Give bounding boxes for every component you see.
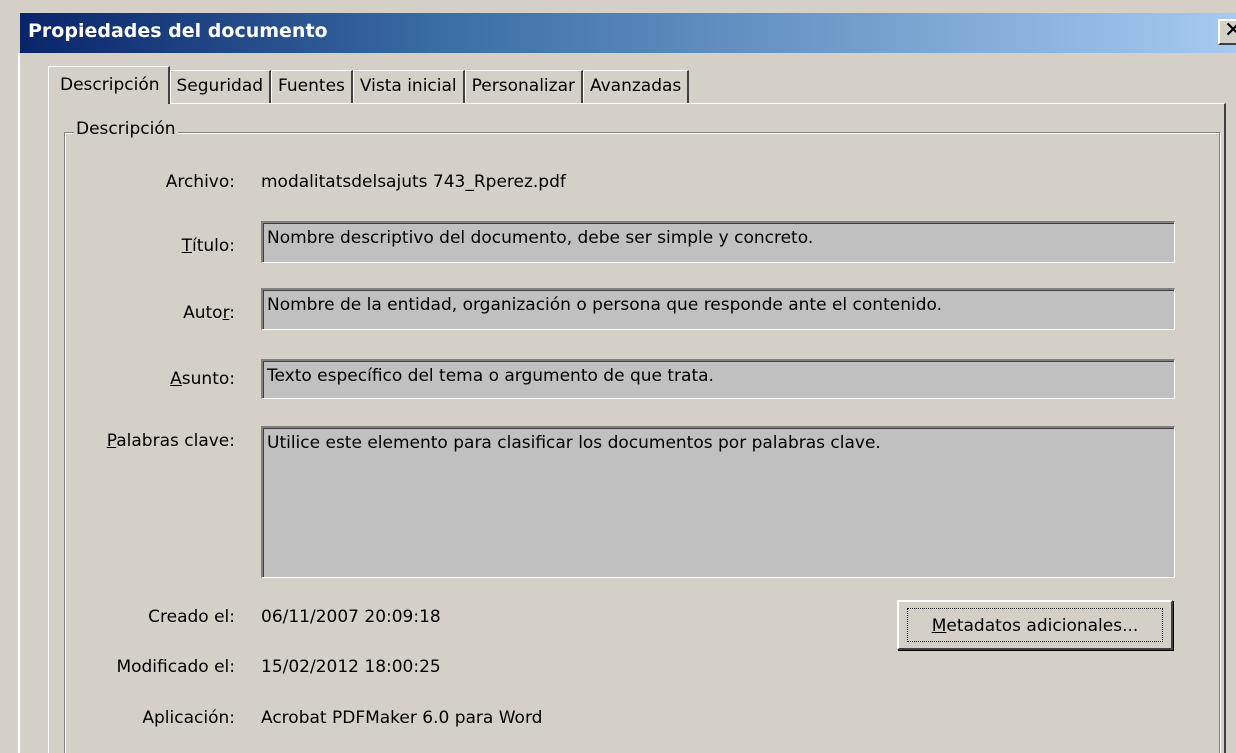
tab-vista-inicial[interactable]: Vista inicial — [352, 70, 465, 104]
close-icon: ✕ — [1224, 18, 1236, 43]
tab-strip: Descripción Seguridad Fuentes Vista inic… — [48, 66, 690, 104]
document-properties-dialog: Propiedades del documento ✕ Descripción … — [0, 0, 1236, 753]
groupbox-legend: Descripción — [74, 119, 178, 139]
tab-descripcion[interactable]: Descripción — [48, 66, 170, 104]
tab-seguridad[interactable]: Seguridad — [169, 70, 272, 104]
title-bar: Propiedades del documento ✕ — [20, 13, 1236, 53]
window-left-edge — [18, 53, 20, 753]
tab-personalizar[interactable]: Personalizar — [464, 70, 583, 104]
close-button[interactable]: ✕ — [1218, 18, 1236, 45]
window-title: Propiedades del documento — [28, 20, 328, 42]
tab-panel — [48, 103, 1226, 753]
tab-fuentes[interactable]: Fuentes — [271, 70, 353, 104]
tab-avanzadas[interactable]: Avanzadas — [582, 70, 690, 104]
